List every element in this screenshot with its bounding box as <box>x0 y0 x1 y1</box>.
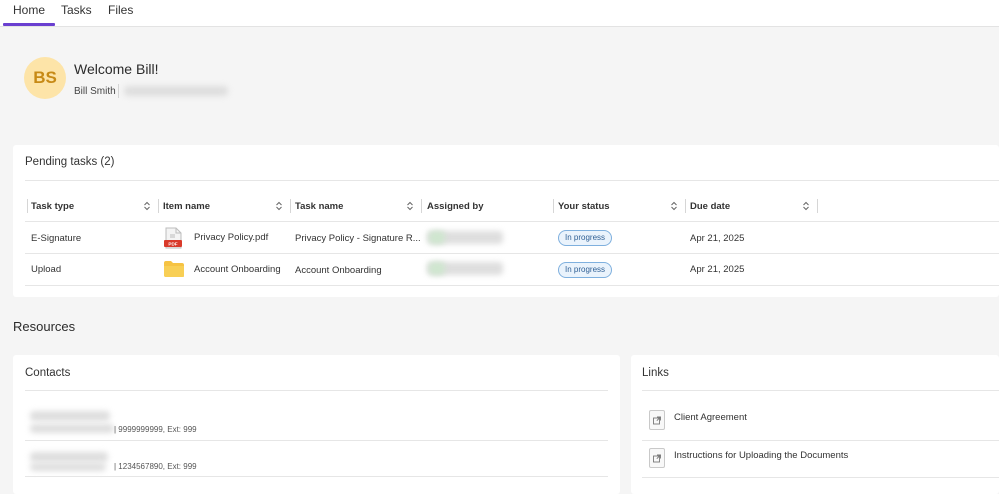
column-header-item-name[interactable]: Item name <box>163 201 210 212</box>
user-name: Bill Smith <box>74 86 116 97</box>
column-header-due-date[interactable]: Due date <box>690 201 730 212</box>
column-header-assigned-by[interactable]: Assigned by <box>427 201 484 212</box>
top-nav: Home Tasks Files <box>0 0 999 27</box>
tab-tasks-label: Tasks <box>61 3 92 17</box>
tab-home-label: Home <box>13 3 46 17</box>
divider <box>25 440 608 441</box>
divider <box>25 253 999 254</box>
sort-icon[interactable] <box>670 200 678 212</box>
links-card <box>631 355 999 494</box>
folder-icon <box>164 261 184 277</box>
sort-icon[interactable] <box>406 200 414 212</box>
column-header-task-name[interactable]: Task name <box>295 201 343 212</box>
item-name-link[interactable]: Account Onboarding <box>194 264 281 275</box>
sort-icon[interactable] <box>802 200 810 212</box>
name-divider <box>118 84 119 98</box>
resources-heading: Resources <box>13 319 76 334</box>
tab-tasks[interactable]: Tasks <box>61 0 92 26</box>
divider <box>25 390 608 391</box>
task-name-cell[interactable]: Privacy Policy - Signature R... <box>295 233 421 244</box>
divider <box>642 440 999 441</box>
due-date-cell: Apr 21, 2025 <box>690 233 745 244</box>
tab-files-label: Files <box>108 3 134 17</box>
redacted-contact-name <box>30 411 110 421</box>
links-title: Links <box>642 367 669 379</box>
task-type-cell: E-Signature <box>31 233 82 244</box>
item-name-link[interactable]: Privacy Policy.pdf <box>194 232 268 243</box>
column-separator <box>290 199 291 213</box>
contact-phone: | 9999999999, Ext: 999 <box>114 425 197 434</box>
status-badge: In progress <box>558 262 613 278</box>
column-separator <box>685 199 686 213</box>
task-name-cell[interactable]: Account Onboarding <box>295 265 382 276</box>
redacted-assignee-avatar <box>429 231 445 244</box>
divider <box>642 477 999 478</box>
pdf-icon: PDF <box>164 227 182 249</box>
column-separator <box>421 199 422 213</box>
redacted-email <box>124 86 228 96</box>
redacted-assignee-avatar <box>429 262 445 275</box>
divider <box>25 221 999 222</box>
status-badge: In progress <box>558 230 613 246</box>
external-link-icon[interactable] <box>649 410 665 430</box>
link-upload-instructions[interactable]: Instructions for Uploading the Documents <box>674 450 848 461</box>
tab-files[interactable]: Files <box>108 0 133 26</box>
pending-tasks-title: Pending tasks (2) <box>25 156 115 168</box>
redacted-contact-email <box>30 424 114 433</box>
sort-icon[interactable] <box>143 200 151 212</box>
divider <box>642 390 999 391</box>
welcome-heading: Welcome Bill! <box>74 61 159 77</box>
contacts-title: Contacts <box>25 367 71 379</box>
external-link-icon[interactable] <box>649 448 665 468</box>
column-separator <box>27 199 28 213</box>
redacted-contact-email <box>30 463 106 471</box>
link-client-agreement[interactable]: Client Agreement <box>674 412 747 423</box>
column-header-your-status[interactable]: Your status <box>558 201 610 212</box>
avatar: BS <box>24 57 66 99</box>
divider <box>25 180 999 181</box>
redacted-contact-name <box>30 452 108 462</box>
column-separator <box>158 199 159 213</box>
divider <box>25 285 999 286</box>
column-separator <box>817 199 818 213</box>
due-date-cell: Apr 21, 2025 <box>690 264 745 275</box>
tab-home[interactable]: Home <box>2 0 56 26</box>
svg-text:PDF: PDF <box>168 242 177 247</box>
task-type-cell: Upload <box>31 264 62 275</box>
contact-phone: | 1234567890, Ext: 999 <box>114 462 197 471</box>
column-separator <box>553 199 554 213</box>
sort-icon[interactable] <box>275 200 283 212</box>
divider <box>25 476 608 477</box>
column-header-task-type[interactable]: Task type <box>31 201 74 212</box>
